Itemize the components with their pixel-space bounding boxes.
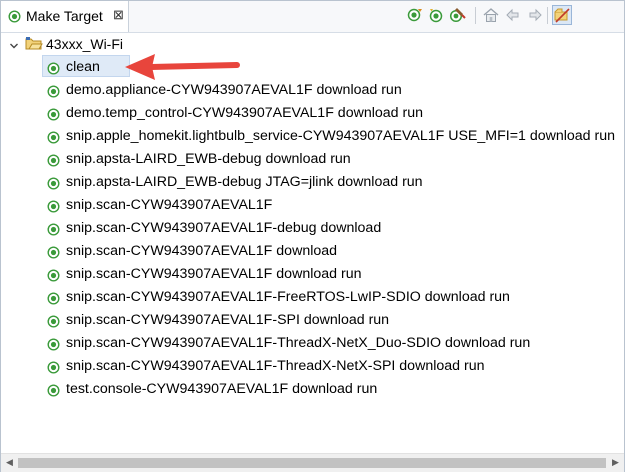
project-label[interactable]: 43xxx_Wi-Fi [46,36,123,52]
target-label: snip.apsta-LAIRD_EWB-debug JTAG=jlink do… [66,174,423,190]
target-item[interactable]: snip.apple_homekit.lightbulb_service-CYW… [46,126,625,148]
tab-title: Make Target [26,8,103,24]
target-label: demo.appliance-CYW943907AEVAL1F download… [66,82,402,98]
target-label: snip.scan-CYW943907AEVAL1F-FreeRTOS-LwIP… [66,289,510,305]
target-label: snip.scan-CYW943907AEVAL1F-ThreadX-NetX_… [66,335,531,351]
target-label: snip.scan-CYW943907AEVAL1F-ThreadX-NetX-… [66,358,485,374]
back-icon[interactable] [504,6,522,24]
make-target-icon [47,246,60,263]
target-label: demo.temp_control-CYW943907AEVAL1F downl… [66,105,423,121]
tab-make-target[interactable]: Make Target ⊠ [1,1,129,32]
scroll-left-icon[interactable]: ◀ [6,457,13,468]
make-target-icon [47,177,60,194]
scroll-right-icon[interactable]: ▶ [612,457,619,468]
make-target-icon [47,108,60,125]
target-item[interactable]: snip.apsta-LAIRD_EWB-debug JTAG=jlink do… [46,172,625,194]
make-target-view: Make Target ⊠ 43xxx_Wi-Fi clean demo.app… [0,0,625,472]
make-target-icon [47,131,60,148]
toolbar-separator [547,7,548,24]
target-item[interactable]: snip.scan-CYW943907AEVAL1F download [46,241,625,263]
make-target-icon [47,269,60,286]
target-item[interactable]: snip.scan-CYW943907AEVAL1F-FreeRTOS-LwIP… [46,287,625,309]
target-label: snip.scan-CYW943907AEVAL1F-SPI download … [66,312,390,328]
toolbar-separator [475,7,476,24]
target-label: snip.apsta-LAIRD_EWB-debug download run [66,151,351,167]
edit-target-icon[interactable] [448,6,466,24]
target-item[interactable]: test.console-CYW943907AEVAL1F download r… [46,379,625,401]
target-item[interactable]: demo.temp_control-CYW943907AEVAL1F downl… [46,103,625,125]
make-target-icon [47,338,60,355]
make-target-view-icon [8,10,21,28]
target-label: test.console-CYW943907AEVAL1F download r… [66,381,378,397]
close-icon[interactable]: ⊠ [113,7,124,23]
target-label: snip.scan-CYW943907AEVAL1F download run [66,266,362,282]
build-target-icon[interactable] [406,6,424,24]
target-item[interactable]: snip.scan-CYW943907AEVAL1F-SPI download … [46,310,625,332]
make-target-icon [47,85,60,102]
make-target-icon [47,315,60,332]
target-item[interactable]: snip.scan-CYW943907AEVAL1F [46,195,625,217]
target-item[interactable]: snip.scan-CYW943907AEVAL1F-ThreadX-NetX_… [46,333,625,355]
target-item[interactable]: demo.appliance-CYW943907AEVAL1F download… [46,80,625,102]
make-target-icon [47,361,60,378]
chevron-down-icon[interactable] [9,38,19,56]
target-item[interactable]: snip.scan-CYW943907AEVAL1F-debug downloa… [46,218,625,240]
make-target-icon [47,223,60,240]
make-target-icon [47,62,60,79]
scrollbar-thumb[interactable] [18,458,606,468]
target-label: snip.scan-CYW943907AEVAL1F-debug downloa… [66,220,382,236]
horizontal-scrollbar[interactable]: ◀ ▶ [1,453,624,472]
project-folder-icon [25,36,43,57]
target-label: clean [66,59,100,75]
make-target-icon [47,292,60,309]
new-target-icon[interactable] [427,6,445,24]
target-label: snip.scan-CYW943907AEVAL1F download [66,243,338,259]
forward-icon[interactable] [526,6,544,24]
view-tab-bar: Make Target ⊠ [1,1,624,33]
target-item[interactable]: snip.apsta-LAIRD_EWB-debug download run [46,149,625,171]
target-label: snip.apple_homekit.lightbulb_service-CYW… [66,128,616,144]
target-item[interactable]: snip.scan-CYW943907AEVAL1F download run [46,264,625,286]
make-target-icon [47,200,60,217]
home-icon[interactable] [482,6,500,24]
make-target-icon [47,384,60,401]
target-label: snip.scan-CYW943907AEVAL1F [66,197,273,213]
target-item[interactable]: snip.scan-CYW943907AEVAL1F-ThreadX-NetX-… [46,356,625,378]
make-target-icon [47,154,60,171]
annotation-arrow [125,54,240,80]
hide-empty-folders-icon[interactable] [552,5,572,25]
